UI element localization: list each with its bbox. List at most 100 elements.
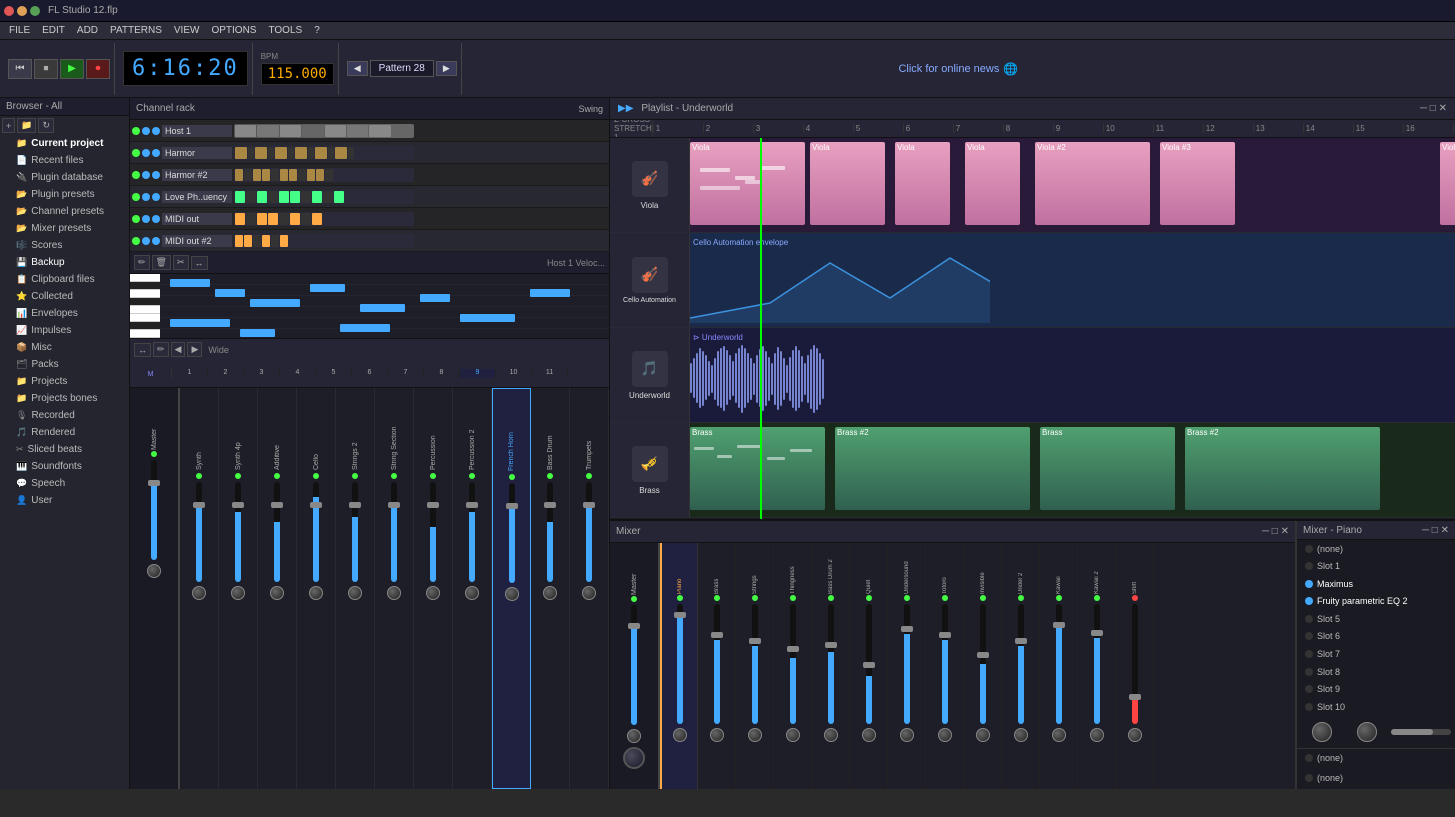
pr-note[interactable] [420, 294, 450, 302]
maximize-btn[interactable] [30, 6, 40, 16]
ch-pattern-host1[interactable] [234, 122, 607, 140]
vol-knob-additive[interactable] [270, 586, 284, 600]
fader-stringsection[interactable] [391, 482, 397, 582]
mix-bassdrum2-thumb[interactable] [825, 642, 837, 648]
brass-track-content[interactable]: Brass Brass #2 Brass [690, 423, 1455, 517]
mix-kawaii2-fader[interactable] [1094, 604, 1100, 724]
mixer-ch-synth[interactable]: Synth [180, 388, 219, 789]
mix-ch-undersound[interactable]: Undersound [888, 543, 926, 789]
ch-pattern-harmor2[interactable] [234, 166, 607, 184]
mr-slot-10[interactable]: Slot 10 [1297, 698, 1455, 716]
vol-knob-bassdrum[interactable] [543, 586, 557, 600]
piano-roll-grid[interactable] [160, 274, 609, 338]
mix-kawaii-thumb[interactable] [1053, 622, 1065, 628]
mix-ch-strings[interactable]: Strings [736, 543, 774, 789]
vol-knob-percussion[interactable] [426, 586, 440, 600]
fader-thumb-bassdrum[interactable] [544, 502, 556, 508]
sidebar-item-sliced-beats[interactable]: ✂ Sliced beats [0, 441, 129, 458]
mixer-ch-percussion2[interactable]: Percussion 2 [453, 388, 492, 789]
fader-thumb-percussion[interactable] [427, 502, 439, 508]
sidebar-refresh-btn[interactable]: ↻ [38, 118, 54, 133]
mix-quiet-fader[interactable] [866, 604, 872, 724]
mix-ch-kawaii[interactable]: Kawaii [1040, 543, 1078, 789]
prev-button[interactable]: ⏮ [8, 59, 32, 79]
mr-bottom-slot-1[interactable]: (none) [1297, 749, 1455, 769]
mix-piano-fader[interactable] [677, 604, 683, 724]
mix-ch-thingness[interactable]: Thingness [774, 543, 812, 789]
cr-tool-eraser[interactable]: 🗑 [152, 255, 171, 270]
pr-tool-4[interactable]: ▶ [187, 342, 202, 357]
sidebar-item-channel-presets[interactable]: 📂 Channel presets [0, 203, 129, 220]
record-button[interactable]: ⏺ [86, 59, 110, 79]
fader-trumpets[interactable] [586, 482, 592, 582]
mix-kawaii2-knob[interactable] [1090, 728, 1104, 742]
mix-ch-brass[interactable]: Brass [698, 543, 736, 789]
viola-track-content[interactable]: Viola Viola Viola Viola Viola #2 Viola #… [690, 138, 1455, 232]
pr-note[interactable] [215, 289, 245, 297]
mix-master-knob[interactable] [627, 729, 641, 743]
underworld-track-content[interactable]: ⊳ Underworld // Generate waveform bars i… [690, 328, 1455, 422]
mix-thingness-knob[interactable] [786, 728, 800, 742]
bpm-display[interactable]: 115.000 [261, 63, 334, 85]
vol-knob-frenchhorn[interactable] [505, 587, 519, 601]
mix-brass-knob[interactable] [710, 728, 724, 742]
ch-pattern-midiout2[interactable] [234, 232, 607, 250]
fader-bassdrum[interactable] [547, 482, 553, 582]
mix-ch-invisible[interactable]: Invisible [964, 543, 1002, 789]
sidebar-item-envelopes[interactable]: 📊 Envelopes [0, 305, 129, 322]
mixer-ch-additive[interactable]: Additive [258, 388, 297, 789]
mix-invisible-knob[interactable] [976, 728, 990, 742]
mix-undersound-thumb[interactable] [901, 626, 913, 632]
mix-totoro-thumb[interactable] [939, 632, 951, 638]
mix-under2-fader[interactable] [1018, 604, 1024, 724]
menu-options[interactable]: OPTIONS [206, 24, 261, 37]
fader-thumb-cello[interactable] [310, 502, 322, 508]
mix-ch-shift[interactable]: Shift [1116, 543, 1154, 789]
mr-window-btn[interactable]: ─ □ ✕ [1422, 525, 1449, 536]
cr-tool-pencil[interactable]: ✏ [134, 255, 150, 270]
cr-tool-cut[interactable]: ✂ [173, 255, 189, 270]
mix-kawaii2-thumb[interactable] [1091, 630, 1103, 636]
mix-kawaii-fader[interactable] [1056, 604, 1062, 724]
sidebar-item-current-project[interactable]: 📁 Current project [0, 135, 129, 152]
fader-thumb-master[interactable] [148, 480, 160, 486]
vol-knob-strings2[interactable] [348, 586, 362, 600]
sidebar-item-rendered[interactable]: 🎵 Rendered [0, 424, 129, 441]
pr-note[interactable] [460, 314, 515, 322]
mix-master-assign[interactable] [623, 747, 645, 769]
ch-pattern-midiout[interactable] [234, 210, 607, 228]
mix-ch-kawaii2[interactable]: Kawaii 2 [1078, 543, 1116, 789]
mix-invisible-fader[interactable] [980, 604, 986, 724]
sidebar-item-plugin-database[interactable]: 🔌 Plugin database [0, 169, 129, 186]
mr-slot-eq2[interactable]: Fruity parametric EQ 2 [1297, 593, 1455, 611]
mix-shift-thumb[interactable] [1129, 694, 1141, 700]
close-btn[interactable] [4, 6, 14, 16]
mixer-ch-strings2[interactable]: Strings 2 [336, 388, 375, 789]
mix-thingness-thumb[interactable] [787, 646, 799, 652]
mix-strings-fader[interactable] [752, 604, 758, 724]
mix-master-thumb[interactable] [628, 623, 640, 629]
fader-percussion[interactable] [430, 482, 436, 582]
mr-fader-mini[interactable] [1391, 729, 1451, 735]
fader-thumb-stringsection[interactable] [388, 502, 400, 508]
fader-synth4p[interactable] [235, 482, 241, 582]
mix-shift-knob[interactable] [1128, 728, 1142, 742]
mix-undersound-knob[interactable] [900, 728, 914, 742]
mix-quiet-thumb[interactable] [863, 662, 875, 668]
mix-under2-thumb[interactable] [1015, 638, 1027, 644]
fader-additive[interactable] [274, 482, 280, 582]
pattern-prev[interactable]: ◀ [347, 61, 368, 76]
mr-slot-8[interactable]: Slot 8 [1297, 663, 1455, 681]
sidebar-item-projects[interactable]: 📁 Projects [0, 373, 129, 390]
pr-note[interactable] [250, 299, 300, 307]
pr-note[interactable] [530, 289, 570, 297]
sidebar-item-collected[interactable]: ⭐ Collected [0, 288, 129, 305]
mixer-ch-percussion[interactable]: Percussion [414, 388, 453, 789]
pr-note[interactable] [360, 304, 405, 312]
mixer-ch-bassdrum[interactable]: Bass Drum [531, 388, 570, 789]
mix-under2-knob[interactable] [1014, 728, 1028, 742]
vol-knob-trumpets[interactable] [582, 586, 596, 600]
news-link[interactable]: Click for online news [898, 63, 999, 75]
mr-slot-7[interactable]: Slot 7 [1297, 646, 1455, 664]
fader-cello[interactable] [313, 482, 319, 582]
